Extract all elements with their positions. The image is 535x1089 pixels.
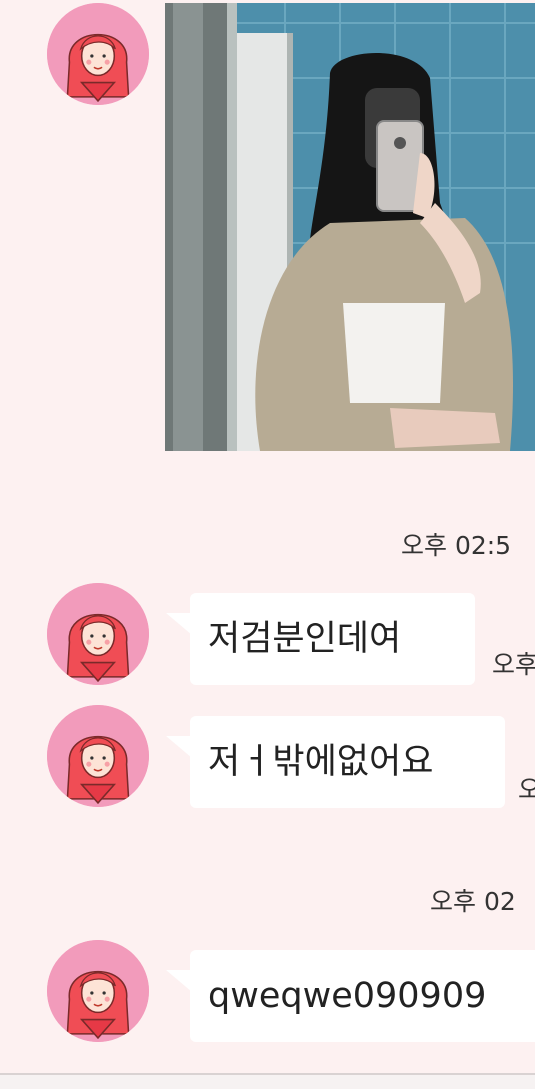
- message-text: 저ㅓ밖에없어요: [208, 741, 434, 782]
- message-bubble[interactable]: qweqwe090909: [166, 950, 535, 1042]
- message-bubble[interactable]: 저ㅓ밖에없어요: [166, 716, 505, 808]
- bottom-bar: [0, 1075, 535, 1089]
- avatar[interactable]: [47, 940, 149, 1042]
- message-text: 저검분인데여: [208, 618, 402, 659]
- time-separator: 오후 02: [430, 887, 516, 916]
- avatar-girl-icon: [47, 940, 149, 1042]
- avatar[interactable]: [47, 3, 149, 105]
- message-time: 오: [518, 775, 535, 804]
- avatar-girl-icon: [47, 705, 149, 807]
- time-separator: 오후 02:5: [401, 531, 512, 560]
- message-time: 오후: [492, 650, 535, 679]
- avatar[interactable]: [47, 705, 149, 807]
- message-text: qweqwe090909: [208, 975, 487, 1016]
- avatar[interactable]: [47, 583, 149, 685]
- avatar-girl-icon: [47, 3, 149, 105]
- photo-message[interactable]: [165, 3, 535, 451]
- avatar-girl-icon: [47, 583, 149, 685]
- message-bubble[interactable]: 저검분인데여: [166, 593, 475, 685]
- photo-image: [165, 3, 535, 451]
